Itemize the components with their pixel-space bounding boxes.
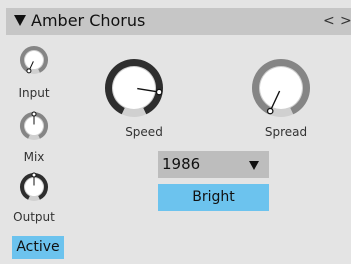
speed-knob-indicator xyxy=(155,88,163,96)
collapse-triangle-icon[interactable] xyxy=(14,15,26,26)
input-knob[interactable] xyxy=(18,44,50,76)
input-knob-center xyxy=(25,51,43,69)
nav-prev-button[interactable]: < xyxy=(323,12,335,30)
speed-knob-center xyxy=(113,67,155,109)
preset-dropdown[interactable]: 1986 xyxy=(158,151,269,178)
chevron-down-icon xyxy=(249,161,259,170)
spread-knob-indicator xyxy=(266,107,274,115)
mix-knob-indicator xyxy=(31,111,37,117)
output-knob[interactable] xyxy=(18,171,50,203)
output-knob-indicator xyxy=(31,172,37,178)
spread-knob-label: Spread xyxy=(264,125,308,139)
device-title: Amber Chorus xyxy=(31,11,146,30)
mix-knob-label: Mix xyxy=(23,150,45,164)
active-toggle[interactable]: Active xyxy=(12,236,64,259)
output-knob-label: Output xyxy=(13,210,55,224)
mix-knob[interactable] xyxy=(18,110,50,142)
device-titlebar[interactable]: Amber Chorus < > xyxy=(6,8,351,35)
nav-next-button[interactable]: > xyxy=(340,12,351,30)
device-panel: Amber Chorus < > Input Mix Output Speed … xyxy=(0,0,351,264)
spread-knob-center xyxy=(260,67,302,109)
speed-knob[interactable] xyxy=(104,58,164,118)
input-knob-indicator xyxy=(26,68,32,74)
speed-knob-label: Speed xyxy=(125,125,163,139)
input-knob-label: Input xyxy=(18,86,50,100)
bright-button[interactable]: Bright xyxy=(158,184,269,211)
preset-selected-value: 1986 xyxy=(162,155,201,173)
spread-knob[interactable] xyxy=(251,58,311,118)
